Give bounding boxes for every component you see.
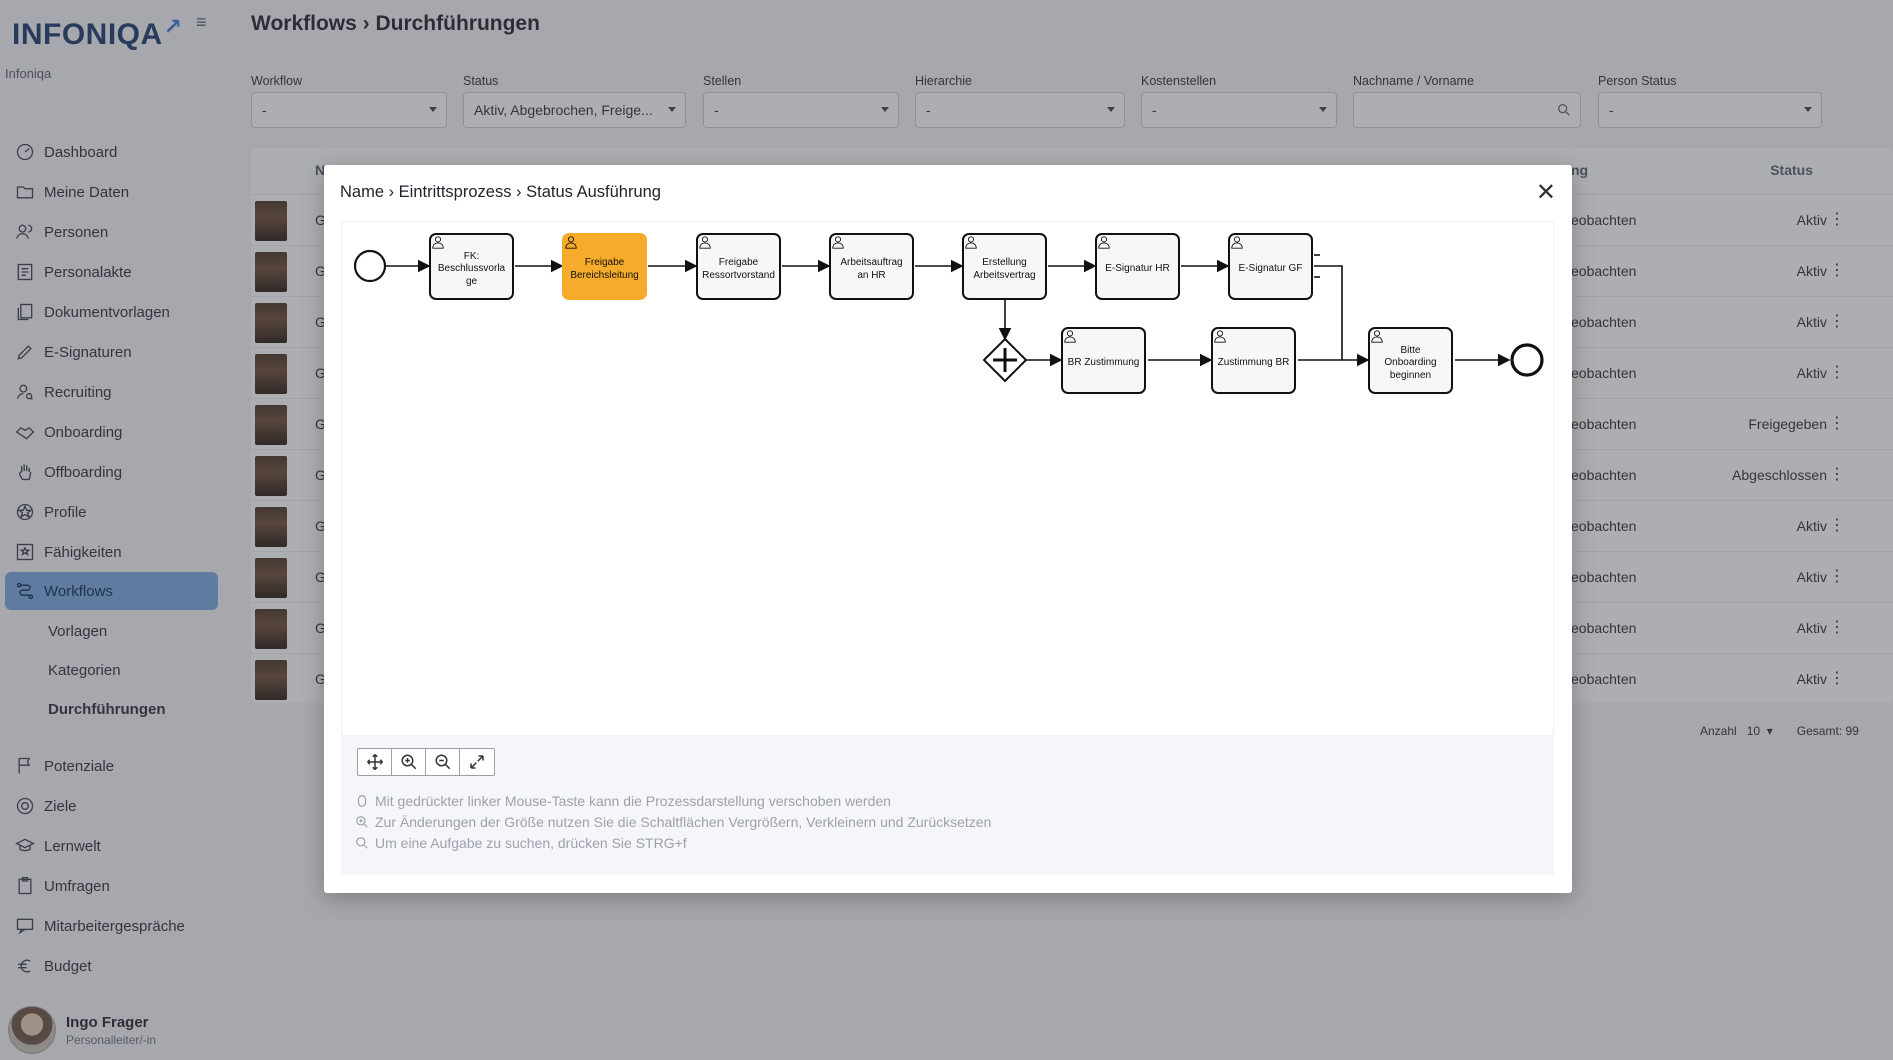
task-label: E-Signatur GF (1238, 263, 1303, 275)
user-task-icon (965, 236, 977, 249)
user-task-icon (1098, 236, 1110, 249)
task-label: Zustimmung BR (1217, 357, 1290, 369)
user-task-icon (432, 236, 444, 249)
hint-search: Um eine Aufgabe zu suchen, drücken Sie S… (355, 835, 687, 851)
zoom-out-icon[interactable] (426, 749, 460, 775)
user-task-icon (565, 236, 577, 249)
task-node[interactable]: E-Signatur GF (1228, 233, 1313, 300)
task-label: Erstellung Arbeitsvertrag (973, 257, 1036, 281)
zoom-hint-icon (356, 816, 368, 828)
task-label: Freigabe Ressortvorstand (702, 257, 775, 281)
parallel-gateway (982, 337, 1028, 383)
task-label: Arbeitsauftrag an HR (840, 257, 903, 281)
task-label: BR Zustimmung (1067, 357, 1140, 369)
process-diagram[interactable]: FK: Beschlussvorla ge Freigabe Bereichsle… (341, 221, 1554, 736)
task-node[interactable]: Freigabe Bereichsleitung (562, 233, 647, 300)
task-node[interactable]: Freigabe Ressortvorstand (696, 233, 781, 300)
user-task-icon (1214, 330, 1226, 343)
diagram-controls: Mit gedrückter linker Mouse-Taste kann d… (341, 736, 1554, 875)
task-label: Freigabe Bereichsleitung (570, 257, 639, 281)
task-label: FK: Beschlussvorla ge (437, 250, 506, 287)
mouse-icon (357, 795, 367, 807)
zoom-in-icon[interactable] (392, 749, 426, 775)
user-task-icon (1064, 330, 1076, 343)
close-icon[interactable]: ✕ (1536, 181, 1556, 205)
search-hint-icon (356, 837, 368, 849)
task-node[interactable]: Arbeitsauftrag an HR (829, 233, 914, 300)
task-node[interactable]: Erstellung Arbeitsvertrag (962, 233, 1047, 300)
modal-title: Name › Eintrittsprozess › Status Ausführ… (340, 183, 661, 201)
zoom-toolbar (357, 748, 495, 776)
end-event (1510, 343, 1544, 377)
user-task-icon (1231, 236, 1243, 249)
move-icon[interactable] (358, 749, 392, 775)
task-node[interactable]: Zustimmung BR (1211, 327, 1296, 394)
user-task-icon (1371, 330, 1383, 343)
task-node[interactable]: BR Zustimmung (1061, 327, 1146, 394)
hint-move: Mit gedrückter linker Mouse-Taste kann d… (355, 793, 891, 809)
task-node[interactable]: FK: Beschlussvorla ge (429, 233, 514, 300)
user-task-icon (832, 236, 844, 249)
start-event (353, 249, 387, 283)
reset-zoom-icon[interactable] (460, 749, 494, 775)
hint-zoom: Zur Änderungen der Größe nutzen Sie die … (355, 814, 991, 830)
task-label: E-Signatur HR (1105, 263, 1170, 275)
task-node[interactable]: E-Signatur HR (1095, 233, 1180, 300)
diagram-connectors (353, 249, 1544, 383)
task-label: Bitte Onboarding beginnen (1384, 344, 1437, 381)
workflow-status-modal: Name › Eintrittsprozess › Status Ausführ… (324, 165, 1572, 893)
user-task-icon (699, 236, 711, 249)
task-node[interactable]: Bitte Onboarding beginnen (1368, 327, 1453, 394)
